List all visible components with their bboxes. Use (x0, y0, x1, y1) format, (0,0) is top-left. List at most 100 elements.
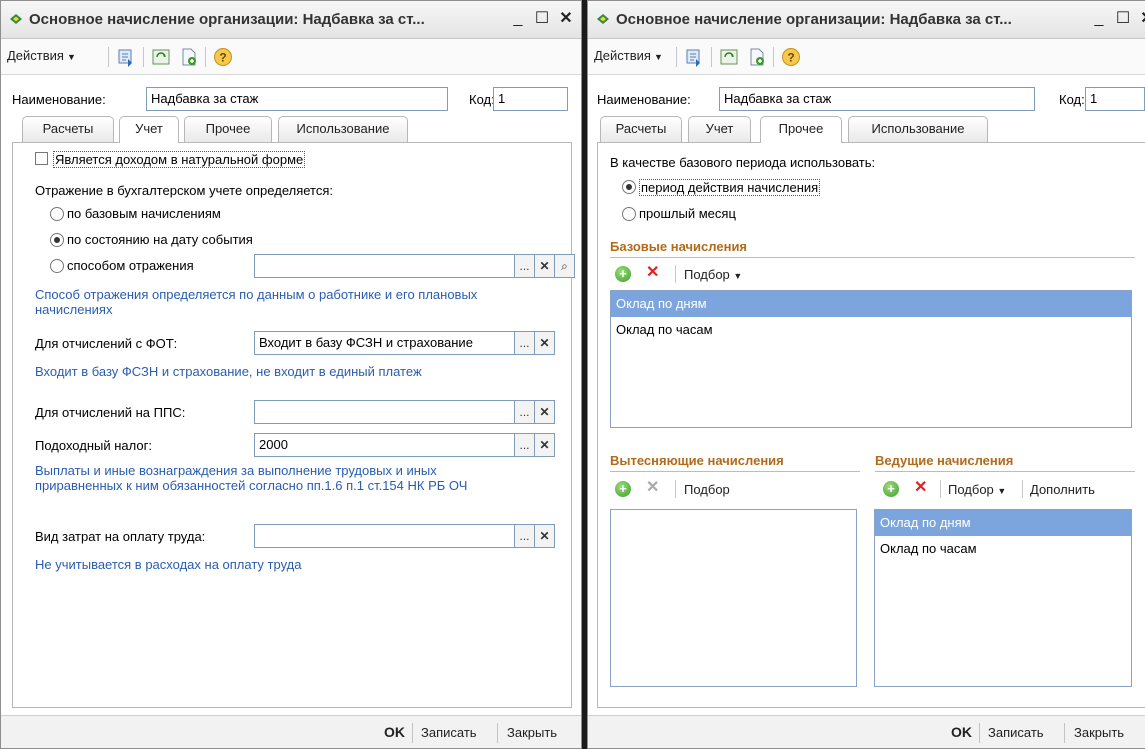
toolbar-separator (143, 47, 144, 67)
refresh-icon[interactable] (719, 47, 739, 67)
maximize-icon[interactable]: ☐ (1114, 9, 1132, 29)
radio-previous-month[interactable] (622, 207, 636, 221)
clear-icon[interactable]: ✕ (535, 524, 555, 548)
minimize-icon[interactable]: _ (1090, 9, 1108, 29)
name-field[interactable]: Надбавка за стаж (146, 87, 448, 111)
section-divider (610, 471, 860, 472)
help-icon[interactable]: ? (213, 47, 233, 67)
leading-add-button[interactable]: Дополнить (1030, 482, 1095, 497)
section-divider (875, 471, 1135, 472)
select-button[interactable]: ... (515, 254, 535, 278)
select-button[interactable]: ... (515, 400, 535, 424)
cost-field[interactable] (254, 524, 515, 548)
toolbar: Действия ▼ ? (1, 39, 581, 75)
close-icon[interactable]: ✕ (1138, 9, 1145, 29)
toolbar: Действия ▼ ? (588, 39, 1145, 75)
base-pick-button[interactable]: Подбор ▼ (684, 267, 742, 282)
reflection-method-field[interactable] (254, 254, 515, 278)
code-field[interactable]: 1 (493, 87, 568, 111)
radio-event-date[interactable] (50, 233, 64, 247)
list-item[interactable]: Оклад по дням (875, 510, 1131, 536)
radio-event-date-label[interactable]: по состоянию на дату события (67, 232, 253, 247)
footer-separator (979, 723, 980, 743)
delete-icon[interactable]: ✕ (646, 265, 659, 281)
new-document-icon[interactable] (747, 47, 767, 67)
leading-pick-button[interactable]: Подбор ▼ (948, 482, 1006, 497)
app-icon (597, 14, 609, 24)
clear-icon[interactable]: ✕ (535, 254, 555, 278)
toolbar-separator (773, 47, 774, 67)
fot-field[interactable]: Входит в базу ФСЗН и страхование (254, 331, 515, 355)
list-item[interactable]: Оклад по часам (611, 317, 1131, 343)
radio-base-accruals-label[interactable]: по базовым начислениям (67, 206, 221, 221)
close-button[interactable]: Закрыть (507, 725, 557, 740)
footer-separator (1064, 723, 1065, 743)
actions-menu[interactable]: Действия ▼ (7, 48, 76, 63)
displacing-accruals-list[interactable] (610, 509, 857, 687)
svg-text:?: ? (787, 51, 794, 65)
save-button[interactable]: Записать (988, 725, 1044, 740)
window-title: Основное начисление организации: Надбавк… (29, 11, 425, 28)
tab-calculations[interactable]: Расчеты (22, 116, 114, 142)
list-item[interactable]: Оклад по часам (875, 536, 1131, 562)
close-icon[interactable]: ✕ (557, 9, 575, 29)
select-button[interactable]: ... (515, 524, 535, 548)
refresh-icon[interactable] (151, 47, 171, 67)
tax-field[interactable]: 2000 (254, 433, 515, 457)
base-accruals-list[interactable]: Оклад по дням Оклад по часам (610, 290, 1132, 428)
maximize-icon[interactable]: ☐ (533, 9, 551, 29)
radio-reflection-method[interactable] (50, 259, 64, 273)
tab-accounting[interactable]: Учет (119, 116, 179, 143)
code-field[interactable]: 1 (1085, 87, 1145, 111)
dialog-footer: OK Записать Закрыть (1, 715, 581, 748)
radio-base-accruals[interactable] (50, 207, 64, 221)
displacing-pick-button[interactable]: Подбор (684, 482, 730, 497)
reflection-title: Отражение в бухгалтерском учете определя… (35, 183, 333, 198)
select-button[interactable]: ... (515, 433, 535, 457)
tab-usage[interactable]: Использование (278, 116, 408, 142)
name-label: Наименование: (12, 92, 106, 107)
actions-menu[interactable]: Действия ▼ (594, 48, 663, 63)
period-title: В качестве базового периода использовать… (610, 155, 876, 170)
save-button[interactable]: Записать (421, 725, 477, 740)
move-down-icon[interactable] (684, 47, 704, 67)
natural-form-checkbox[interactable] (35, 152, 48, 165)
app-icon (10, 14, 22, 24)
help-icon[interactable]: ? (781, 47, 801, 67)
tab-accounting[interactable]: Учет (688, 116, 751, 142)
new-document-icon[interactable] (179, 47, 199, 67)
radio-accrual-period[interactable] (622, 180, 636, 194)
ok-button[interactable]: OK (951, 724, 972, 740)
name-field[interactable]: Надбавка за стаж (719, 87, 1035, 111)
radio-reflection-method-label[interactable]: способом отражения (67, 258, 194, 273)
add-icon[interactable]: + (883, 481, 899, 497)
section-divider (610, 257, 1135, 258)
radio-accrual-period-label[interactable]: период действия начисления (639, 179, 821, 196)
ok-button[interactable]: OK (384, 724, 405, 740)
move-down-icon[interactable] (116, 47, 136, 67)
tab-usage[interactable]: Использование (848, 116, 988, 142)
radio-previous-month-label[interactable]: прошлый месяц (639, 206, 736, 221)
add-icon[interactable]: + (615, 266, 631, 282)
svg-text:?: ? (219, 51, 226, 65)
clear-icon[interactable]: ✕ (535, 433, 555, 457)
tab-other[interactable]: Прочее (184, 116, 272, 142)
tab-calculations[interactable]: Расчеты (600, 116, 682, 142)
natural-form-label[interactable]: Является доходом в натуральной форме (53, 151, 306, 168)
minimize-icon[interactable]: _ (509, 9, 527, 29)
title-bar: Основное начисление организации: Надбавк… (588, 1, 1145, 39)
clear-icon[interactable]: ✕ (535, 400, 555, 424)
tab-panel (12, 142, 572, 708)
leading-accruals-list[interactable]: Оклад по дням Оклад по часам (874, 509, 1132, 687)
delete-icon[interactable]: ✕ (914, 480, 927, 496)
pps-field[interactable] (254, 400, 515, 424)
window-title: Основное начисление организации: Надбавк… (616, 11, 1012, 28)
add-icon[interactable]: + (615, 481, 631, 497)
tab-bar: Расчеты Учет Прочее Использование (12, 116, 572, 143)
list-item[interactable]: Оклад по дням (611, 291, 1131, 317)
close-button[interactable]: Закрыть (1074, 725, 1124, 740)
search-icon[interactable]: ⌕ (555, 254, 575, 278)
tab-other[interactable]: Прочее (760, 116, 842, 143)
select-button[interactable]: ... (515, 331, 535, 355)
clear-icon[interactable]: ✕ (535, 331, 555, 355)
